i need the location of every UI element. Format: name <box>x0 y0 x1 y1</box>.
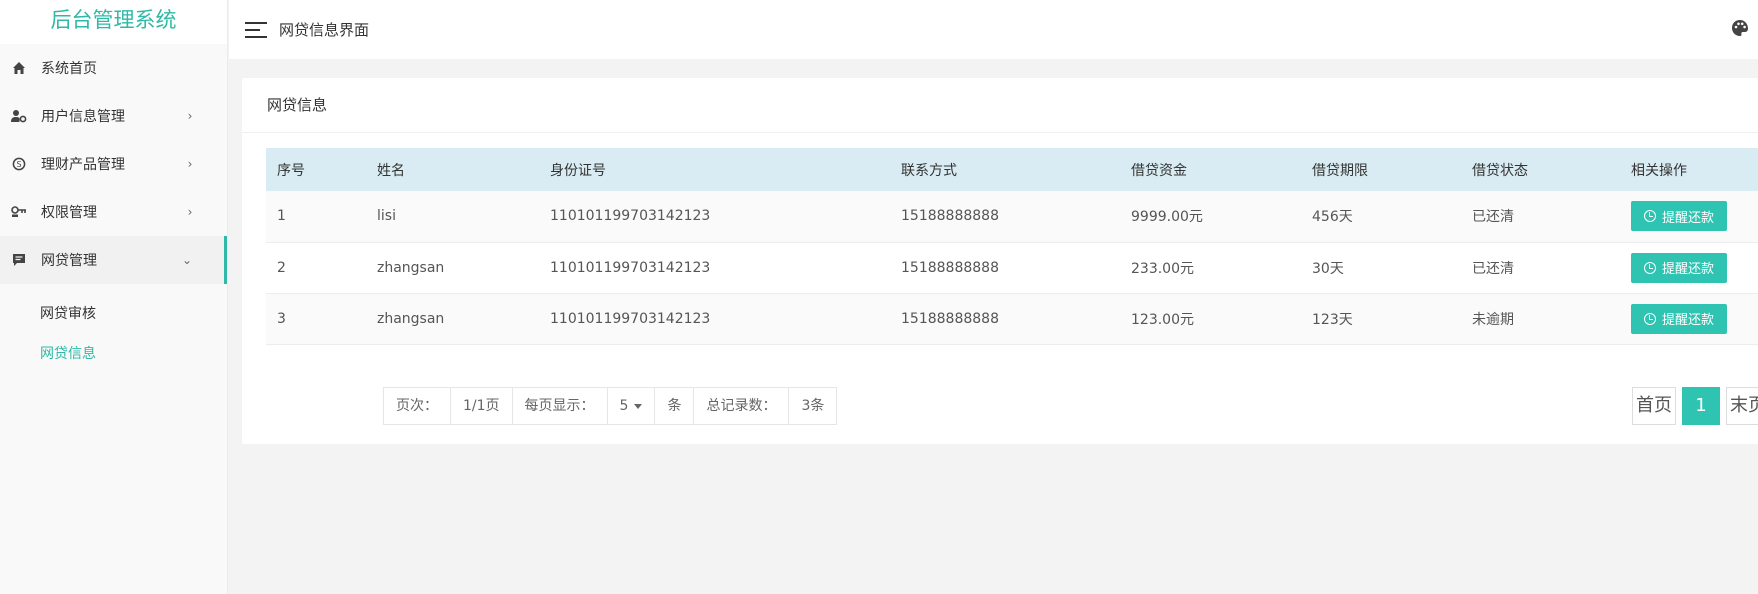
remind-repay-label: 提醒还款 <box>1662 313 1715 328</box>
table-row: 3 zhangsan 110101199703142123 1518888888… <box>266 293 1758 344</box>
remind-repay-button[interactable]: 提醒还款 <box>1631 201 1728 232</box>
home-icon <box>11 60 27 76</box>
cell-no: 1 <box>277 208 286 225</box>
sidebar-item-permissions[interactable]: 权限管理 › <box>0 188 227 236</box>
cell-status: 已还清 <box>1472 260 1514 277</box>
sidebar: 后台管理系统 系统首页 用户信息管理 › S 理财产品管理 › 权限管理 › 网… <box>0 0 228 594</box>
sidebar-item-home[interactable]: 系统首页 <box>0 44 227 92</box>
loan-info-card: 网贷信息 序号 姓名 身份证号 联系方式 借贷资金 借贷期限 借贷状态 相关操作… <box>242 78 1758 444</box>
clock-icon <box>1644 261 1656 274</box>
svg-text:S: S <box>16 160 21 169</box>
table-row: 1 lisi 110101199703142123 15188888888 99… <box>266 191 1758 242</box>
chevron-right-icon: › <box>187 205 193 219</box>
submenu-item-loan-review[interactable]: 网贷审核 <box>0 294 227 334</box>
column-header: 借贷状态 <box>1472 162 1528 179</box>
cell-term: 123天 <box>1312 311 1353 328</box>
cell-phone: 15188888888 <box>901 310 999 327</box>
palette-icon[interactable] <box>1730 18 1750 38</box>
clock-icon <box>1644 210 1656 223</box>
cell-no: 2 <box>277 259 286 276</box>
table-row: 2 zhangsan 110101199703142123 1518888888… <box>266 242 1758 293</box>
cell-id: 110101199703142123 <box>550 208 711 225</box>
column-header: 借贷期限 <box>1312 162 1368 179</box>
sidebar-item-label: 理财产品管理 <box>41 157 125 173</box>
brand-title: 后台管理系统 <box>0 0 227 44</box>
remind-repay-button[interactable]: 提醒还款 <box>1631 303 1728 334</box>
column-header: 相关操作 <box>1631 162 1687 179</box>
per-page-unit: 条 <box>655 388 695 424</box>
cell-no: 3 <box>277 310 286 327</box>
chevron-right-icon: › <box>187 109 193 123</box>
cell-id: 110101199703142123 <box>550 259 711 276</box>
pagination-info: 页次： 1/1页 每页显示： 5 条 总记录数： 3条 <box>383 387 838 425</box>
sidebar-item-label: 权限管理 <box>41 205 97 221</box>
cell-term: 30天 <box>1312 260 1344 277</box>
column-header: 姓名 <box>377 162 405 179</box>
per-page-select[interactable]: 5 <box>608 388 656 424</box>
caret-down-icon <box>634 403 643 409</box>
cell-status: 已还清 <box>1472 209 1514 226</box>
total-value: 3条 <box>801 398 825 414</box>
cell-amount: 233.00元 <box>1131 260 1194 277</box>
first-page-button[interactable]: 首页 <box>1632 387 1676 425</box>
sidebar-menu: 系统首页 用户信息管理 › S 理财产品管理 › 权限管理 › 网贷管理 ⌄ <box>0 44 227 284</box>
card-title: 网贷信息 <box>242 78 1758 133</box>
cell-name: lisi <box>377 208 396 225</box>
loan-submenu: 网贷审核 网贷信息 <box>0 284 227 374</box>
sidebar-item-label: 网贷管理 <box>41 253 97 269</box>
message-icon <box>11 252 27 268</box>
cell-action: 提醒还款 <box>1620 191 1758 242</box>
cell-name: zhangsan <box>377 259 445 276</box>
total-label: 总记录数： <box>694 388 790 424</box>
cell-name: zhangsan <box>377 310 445 327</box>
clock-icon <box>1644 312 1656 325</box>
pager: 首页 1 末页 <box>1632 387 1758 425</box>
sidebar-item-label: 系统首页 <box>41 61 97 77</box>
cell-phone: 15188888888 <box>901 259 999 276</box>
current-page-button[interactable]: 1 <box>1682 387 1720 425</box>
sidebar-item-loan-management[interactable]: 网贷管理 ⌄ <box>0 236 227 284</box>
per-page-value: 5 <box>619 398 629 414</box>
remind-repay-label: 提醒还款 <box>1662 210 1715 226</box>
column-header: 借贷资金 <box>1131 162 1187 179</box>
per-page-label: 每页显示： <box>513 388 608 424</box>
loan-table: 序号 姓名 身份证号 联系方式 借贷资金 借贷期限 借贷状态 相关操作 1 li… <box>266 148 1758 345</box>
remind-repay-button[interactable]: 提醒还款 <box>1631 252 1728 283</box>
column-header: 序号 <box>277 162 305 179</box>
cell-action: 提醒还款 <box>1620 242 1758 293</box>
topbar: 网贷信息界面 <box>229 0 1758 59</box>
cell-action: 提醒还款 <box>1620 293 1758 344</box>
sidebar-item-user-management[interactable]: 用户信息管理 › <box>0 92 227 140</box>
cell-phone: 15188888888 <box>901 208 999 225</box>
page-title: 网贷信息界面 <box>279 21 370 39</box>
page-value: 1/1页 <box>451 388 513 424</box>
skype-icon: S <box>11 156 27 172</box>
table-header-row: 序号 姓名 身份证号 联系方式 借贷资金 借贷期限 借贷状态 相关操作 <box>266 148 1758 191</box>
cell-status: 未逾期 <box>1472 311 1514 328</box>
column-header: 身份证号 <box>550 162 606 179</box>
chevron-down-icon: ⌄ <box>181 253 193 267</box>
cell-amount: 123.00元 <box>1131 311 1194 328</box>
menu-toggle-icon[interactable] <box>245 21 267 38</box>
cell-term: 456天 <box>1312 209 1353 226</box>
sidebar-item-finance-products[interactable]: S 理财产品管理 › <box>0 140 227 188</box>
user-settings-icon <box>11 108 27 124</box>
last-page-button[interactable]: 末页 <box>1726 387 1758 425</box>
sidebar-item-label: 用户信息管理 <box>41 109 125 125</box>
submenu-item-loan-info[interactable]: 网贷信息 <box>0 334 227 374</box>
remind-repay-label: 提醒还款 <box>1662 262 1715 277</box>
key-icon <box>11 204 27 220</box>
cell-id: 110101199703142123 <box>550 310 711 327</box>
page-label: 页次： <box>384 388 451 424</box>
cell-amount: 9999.00元 <box>1131 209 1203 226</box>
column-header: 联系方式 <box>901 162 957 179</box>
chevron-right-icon: › <box>187 157 193 171</box>
